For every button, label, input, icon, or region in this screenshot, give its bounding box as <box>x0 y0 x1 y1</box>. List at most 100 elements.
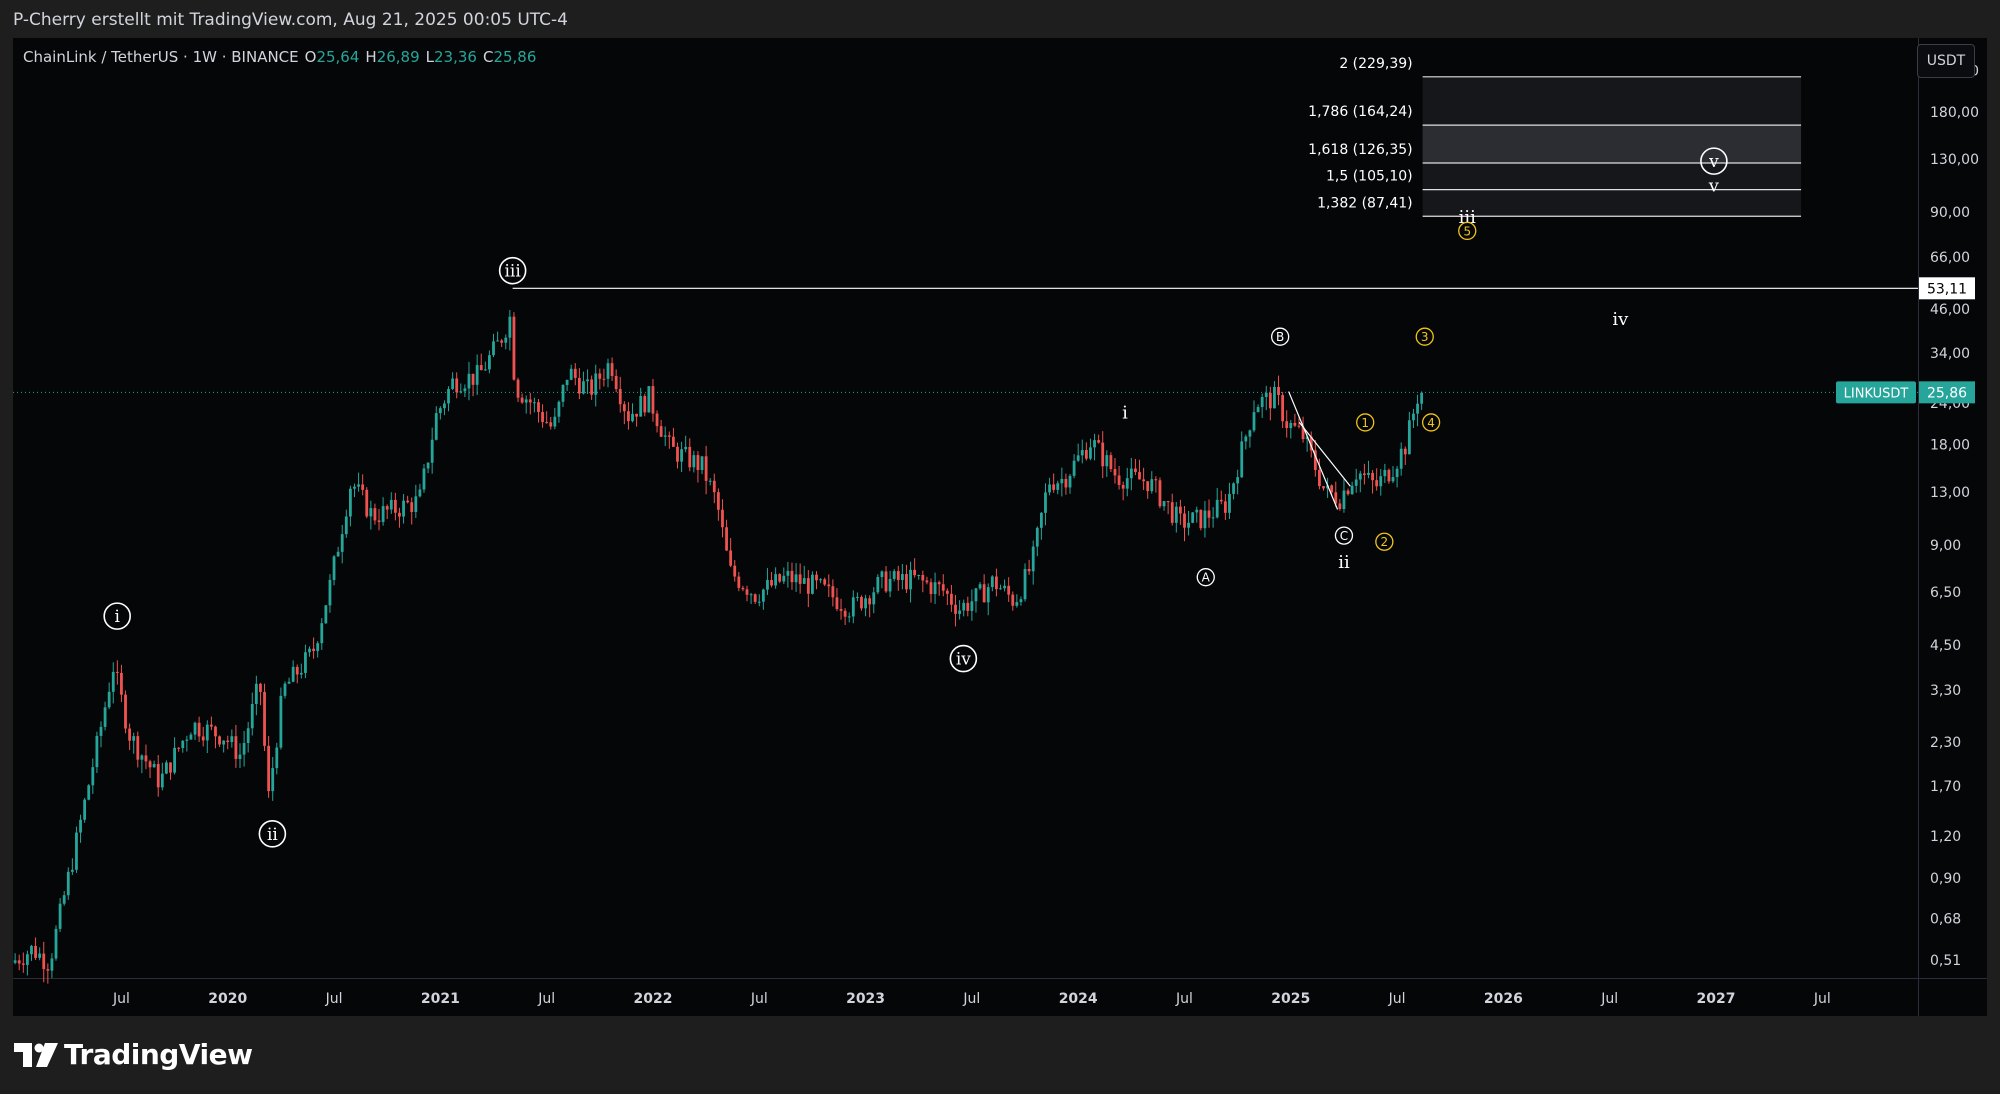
candle-body <box>148 761 152 768</box>
candle-body <box>1330 485 1334 493</box>
candle-body <box>1027 569 1031 572</box>
candle-body <box>974 588 978 602</box>
wave-label: iv <box>956 650 971 670</box>
tradingview-logo[interactable]: TradingView <box>14 1038 253 1071</box>
candle-body <box>643 396 647 413</box>
candle-body <box>1248 430 1252 437</box>
candle-body <box>1256 407 1260 413</box>
candle-body <box>434 413 438 440</box>
candle-body <box>234 736 238 759</box>
candle-body <box>1023 569 1027 600</box>
candle-body <box>1125 478 1129 489</box>
candle-body <box>173 747 176 773</box>
candle-body <box>406 500 410 503</box>
tradingview-logo-icon <box>14 1042 58 1067</box>
candle-body <box>1150 479 1154 492</box>
wave-label: iv <box>1612 309 1629 330</box>
candle-body <box>757 601 761 603</box>
candle-body <box>218 736 221 745</box>
candle-body <box>978 584 982 589</box>
candle-body <box>398 512 401 517</box>
candle-body <box>414 496 418 513</box>
currency-button[interactable]: USDT <box>1917 44 1975 78</box>
candle-body <box>524 399 528 403</box>
candle-body <box>532 402 536 404</box>
symbol-tag-label: LINKUSDT <box>1844 386 1909 401</box>
candle-body <box>962 602 966 611</box>
close-value: 25,86 <box>493 48 537 66</box>
open-value: 25,64 <box>316 48 360 66</box>
candle-body <box>667 435 671 437</box>
candle-body <box>1277 386 1280 396</box>
candle-body <box>651 386 655 414</box>
candle-body <box>1391 477 1395 482</box>
candle-body <box>124 694 127 729</box>
candle-body <box>663 435 667 437</box>
candle-body <box>373 508 377 521</box>
candle-body <box>831 586 835 598</box>
candle-body <box>680 449 683 462</box>
candle-body <box>1101 442 1105 467</box>
candle-body <box>561 385 565 402</box>
candle-body <box>1195 509 1199 513</box>
candle-body <box>304 652 307 673</box>
candle-body <box>443 403 446 409</box>
candle-body <box>627 411 630 422</box>
candle-body <box>692 455 696 468</box>
candle-body <box>835 597 839 610</box>
candle-body <box>1142 479 1146 482</box>
candle-body <box>1044 492 1047 513</box>
y-tick-label: 90,00 <box>1930 205 1970 221</box>
y-tick-label: 66,00 <box>1930 250 1970 266</box>
candle-body <box>905 574 908 590</box>
candle-body <box>622 404 626 412</box>
x-tick-label: Jul <box>1175 991 1193 1007</box>
candle-body <box>770 579 773 586</box>
candle-body <box>1375 480 1379 487</box>
candle-body <box>1285 421 1289 429</box>
wedge-line-upper <box>1288 391 1339 510</box>
candle-body <box>1211 517 1215 519</box>
x-tick-label: Jul <box>962 991 980 1007</box>
candle-body <box>193 722 197 735</box>
candle-body <box>1068 475 1072 488</box>
candle-body <box>602 378 606 380</box>
fib-level-label: 2 (229,39) <box>1339 56 1412 72</box>
candle-body <box>913 569 917 576</box>
y-tick-label: 180,00 <box>1930 105 1979 121</box>
candle-body <box>999 588 1002 590</box>
candle-body <box>655 413 659 427</box>
candle-body <box>1015 602 1019 606</box>
candle-body <box>851 597 855 617</box>
y-tick-label: 0,51 <box>1930 953 1961 969</box>
candle-body <box>537 402 540 413</box>
candle-body <box>438 408 442 414</box>
candle-body <box>925 580 929 583</box>
candle-body <box>839 609 843 611</box>
fib-level-label: 1,786 (164,24) <box>1308 104 1412 120</box>
symbol-legend[interactable]: ChainLink / TetherUS · 1W · BINANCE O25,… <box>23 48 536 66</box>
candle-body <box>672 436 675 447</box>
candle-body <box>1048 484 1051 493</box>
candle-body <box>888 578 892 592</box>
candle-body <box>1219 499 1223 502</box>
candle-body <box>557 401 561 417</box>
candle-body <box>1264 392 1268 398</box>
candle-body <box>120 672 123 695</box>
candle-body <box>70 869 74 872</box>
candle-body <box>843 610 847 617</box>
candle-body <box>246 728 250 744</box>
candle-body <box>618 389 622 405</box>
candle-body <box>639 396 643 417</box>
chart-panel[interactable]: 240,00180,00130,0090,0066,0046,0034,0024… <box>13 38 1987 1016</box>
candle-body <box>516 379 520 398</box>
x-tick-label: Jul <box>112 991 130 1007</box>
candle-body <box>1322 486 1325 489</box>
candle-body <box>79 819 82 833</box>
candle-body <box>594 373 598 395</box>
candle-body <box>1273 386 1276 409</box>
candle-body <box>958 610 962 614</box>
candle-body <box>1146 481 1150 492</box>
price-chart[interactable]: 240,00180,00130,0090,0066,0046,0034,0024… <box>13 38 1987 1016</box>
candle-body <box>811 574 814 594</box>
